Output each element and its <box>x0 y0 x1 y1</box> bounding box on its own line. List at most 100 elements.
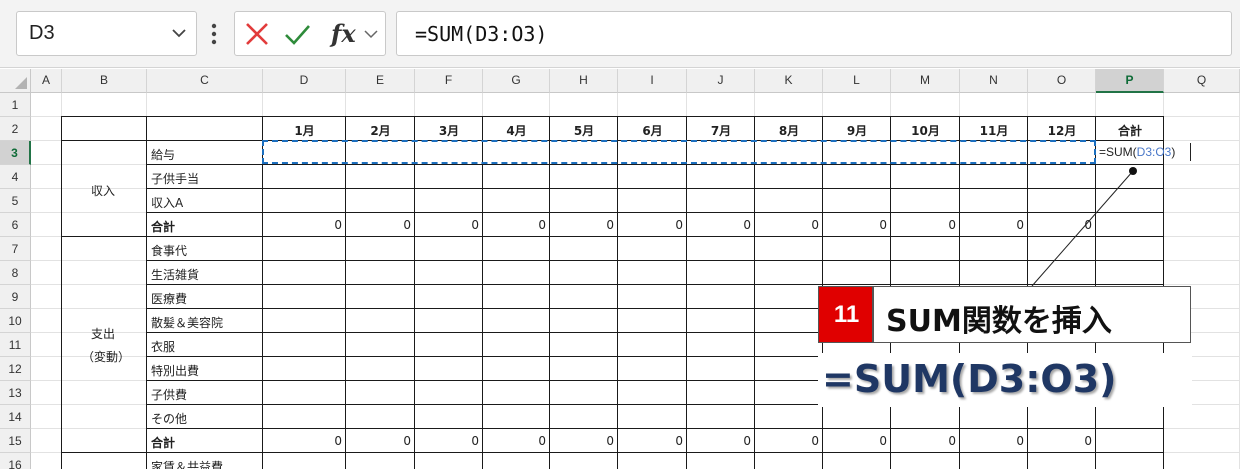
month-header: 12月 <box>1047 124 1077 138</box>
total-value-cell: 0 <box>1084 218 1092 232</box>
copy-marquee-selection <box>262 140 1096 164</box>
step-label: SUM関数を挿入 <box>886 304 1112 339</box>
month-header: 2月 <box>370 124 391 138</box>
month-header: 3月 <box>438 124 460 138</box>
chevron-down-icon[interactable] <box>363 26 379 42</box>
column-header-H[interactable]: H <box>550 69 618 93</box>
total-value-cell: 0 <box>403 218 411 232</box>
total-value-cell: 0 <box>811 434 819 448</box>
checkmark-icon[interactable] <box>283 20 311 48</box>
column-header-A[interactable]: A <box>31 69 62 93</box>
table-border-v <box>686 116 687 469</box>
column-header-E[interactable]: E <box>346 69 415 93</box>
row-label-14: その他 <box>151 412 188 426</box>
formula-buttons: fx <box>234 11 386 56</box>
column-header-Q[interactable]: Q <box>1164 69 1240 93</box>
row-header-9[interactable]: 9 <box>0 285 31 309</box>
table-border-h <box>146 164 1164 165</box>
row-header-5[interactable]: 5 <box>0 189 31 213</box>
row-label-15: 合計 <box>151 436 176 450</box>
table-border-v <box>262 116 263 469</box>
row-header-2[interactable]: 2 <box>0 117 31 141</box>
table-border-v <box>61 116 62 469</box>
row-header-1[interactable]: 1 <box>0 93 31 117</box>
total-value-cell: 0 <box>675 218 683 232</box>
table-border-v <box>414 116 415 469</box>
month-header: 9月 <box>846 124 868 138</box>
total-value-cell: 0 <box>879 434 887 448</box>
formula-example: =SUM(D3:O3) <box>822 357 1117 401</box>
total-value-cell: 0 <box>948 434 956 448</box>
month-header: 1月 <box>294 124 315 138</box>
column-header-B[interactable]: B <box>62 69 147 93</box>
table-border-h <box>61 452 1164 453</box>
row-label-3: 給与 <box>151 148 176 162</box>
x-icon[interactable] <box>243 20 271 48</box>
total-value-cell: 0 <box>675 434 683 448</box>
month-header: 6月 <box>642 124 663 138</box>
editing-formula-ref: D3:O3 <box>1136 145 1172 159</box>
row-header-11[interactable]: 11 <box>0 333 31 357</box>
name-box[interactable]: D3 <box>16 11 197 56</box>
total-header: 合計 <box>1117 124 1142 138</box>
column-header-O[interactable]: O <box>1028 69 1096 93</box>
total-value-cell: 0 <box>743 218 751 232</box>
column-header-P[interactable]: P <box>1096 69 1164 93</box>
select-all-triangle-icon <box>15 77 27 89</box>
column-header-N[interactable]: N <box>960 69 1028 93</box>
row-label-12: 特別出費 <box>151 364 200 378</box>
table-border-h <box>146 284 1164 285</box>
table-border-v <box>146 116 147 469</box>
row-label-16: 家賃＆共益費 <box>151 460 224 469</box>
step-badge: 11 <box>818 286 873 343</box>
name-box-value: D3 <box>29 22 55 44</box>
select-all-button[interactable] <box>0 69 31 93</box>
chevron-down-icon[interactable] <box>170 24 188 42</box>
column-header-C[interactable]: C <box>147 69 263 93</box>
column-header-G[interactable]: G <box>483 69 550 93</box>
month-header: 8月 <box>778 124 800 138</box>
row-label-7: 食事代 <box>151 244 188 258</box>
formula-example-panel: =SUM(D3:O3) <box>818 353 1192 407</box>
row-header-8[interactable]: 8 <box>0 261 31 285</box>
total-value-cell: 0 <box>948 218 956 232</box>
total-value-cell: 0 <box>403 434 411 448</box>
row-label-13: 子供費 <box>151 388 188 402</box>
total-value-cell: 0 <box>743 434 751 448</box>
table-border-v <box>549 116 550 469</box>
column-header-J[interactable]: J <box>687 69 755 93</box>
column-header-M[interactable]: M <box>891 69 960 93</box>
total-value-cell: 0 <box>1016 218 1024 232</box>
insert-function-button[interactable]: fx <box>331 19 356 48</box>
column-header-K[interactable]: K <box>755 69 823 93</box>
column-header-L[interactable]: L <box>823 69 891 93</box>
step-label-box: SUM関数を挿入 <box>873 286 1191 343</box>
row-label-8: 生活雑貨 <box>151 268 200 282</box>
vertical-ellipsis-icon[interactable] <box>206 18 222 50</box>
spreadsheet-grid[interactable]: ABCDEFGHIJKLMNOPQ 1 2 3 4 5 6 7 8 9 10 11 12 13 14 15 1… <box>0 69 1240 469</box>
row-header-13[interactable]: 13 <box>0 381 31 405</box>
column-header-F[interactable]: F <box>415 69 483 93</box>
row-header-14[interactable]: 14 <box>0 405 31 429</box>
total-value-cell: 0 <box>811 218 819 232</box>
total-value-cell: 0 <box>538 218 546 232</box>
month-header: 7月 <box>710 124 732 138</box>
row-label-6: 合計 <box>151 220 176 234</box>
column-header-D[interactable]: D <box>263 69 346 93</box>
row-header-6[interactable]: 6 <box>0 213 31 237</box>
month-header: 10月 <box>911 124 940 138</box>
row-header-16[interactable]: 16 <box>0 453 31 469</box>
formula-bar: D3 fx =SUM(D3:O3) <box>0 0 1240 68</box>
column-header-I[interactable]: I <box>618 69 687 93</box>
row-header-12[interactable]: 12 <box>0 357 31 381</box>
row-header-3[interactable]: 3 <box>0 141 31 165</box>
editing-cell-P3[interactable]: =SUM(D3:O3) <box>1099 145 1175 159</box>
row-header-15[interactable]: 15 <box>0 429 31 453</box>
formula-input[interactable]: =SUM(D3:O3) <box>396 11 1232 56</box>
total-value-cell: 0 <box>471 434 479 448</box>
row-header-10[interactable]: 10 <box>0 309 31 333</box>
total-value-cell: 0 <box>606 434 614 448</box>
total-value-cell: 0 <box>1084 434 1092 448</box>
row-header-7[interactable]: 7 <box>0 237 31 261</box>
row-header-4[interactable]: 4 <box>0 165 31 189</box>
